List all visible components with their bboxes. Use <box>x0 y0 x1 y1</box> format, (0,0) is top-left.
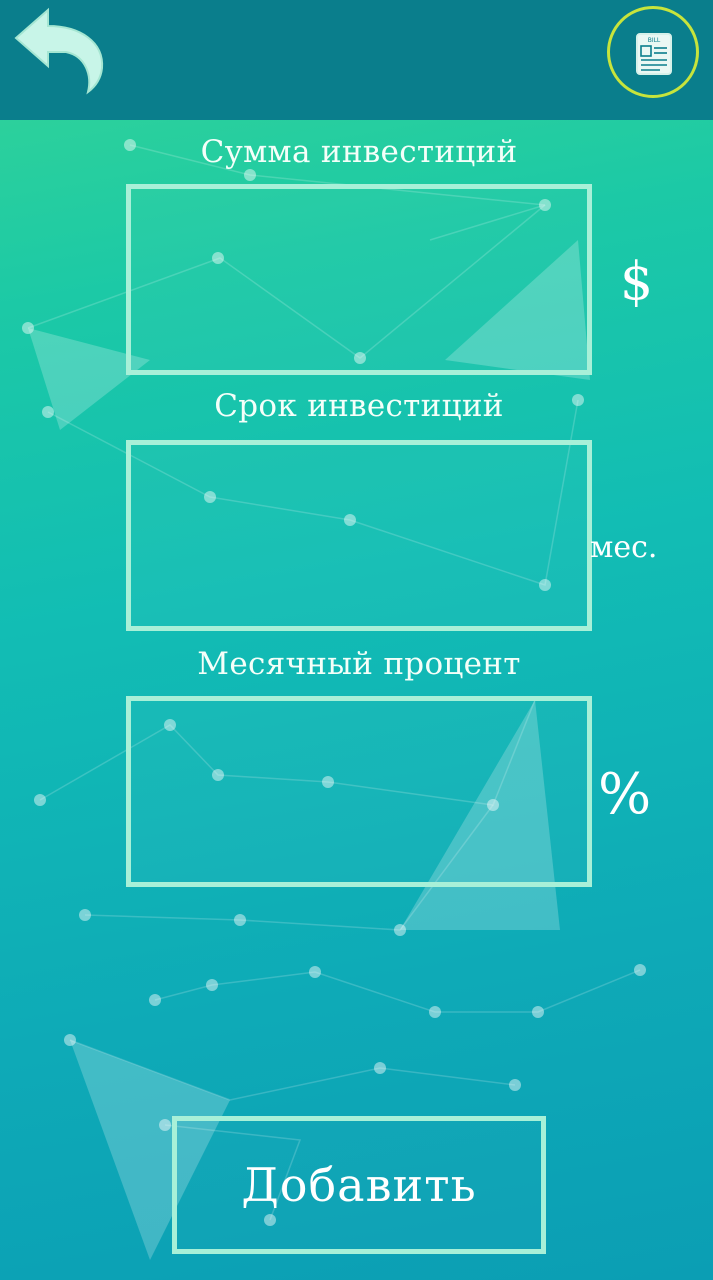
monthly-percent-label: Месячный процент <box>197 646 521 682</box>
add-button[interactable]: Добавить <box>172 1116 546 1254</box>
bill-icon-text: BILL <box>648 37 661 44</box>
currency-unit-label: $ <box>620 252 654 312</box>
percent-unit-label: % <box>598 762 652 827</box>
bill-document-icon: BILL <box>636 33 672 75</box>
investment-amount-input[interactable] <box>126 184 592 375</box>
investment-term-label: Срок инвестиций <box>214 388 504 424</box>
investment-amount-label: Сумма инвестиций <box>200 134 518 170</box>
bill-button[interactable]: BILL <box>607 6 699 98</box>
investment-term-input[interactable] <box>126 440 592 631</box>
months-unit-label: мес. <box>590 530 658 565</box>
top-app-bar: BILL <box>0 0 713 120</box>
monthly-percent-input[interactable] <box>126 696 592 887</box>
back-button[interactable] <box>8 6 108 96</box>
back-arrow-icon <box>14 7 104 95</box>
